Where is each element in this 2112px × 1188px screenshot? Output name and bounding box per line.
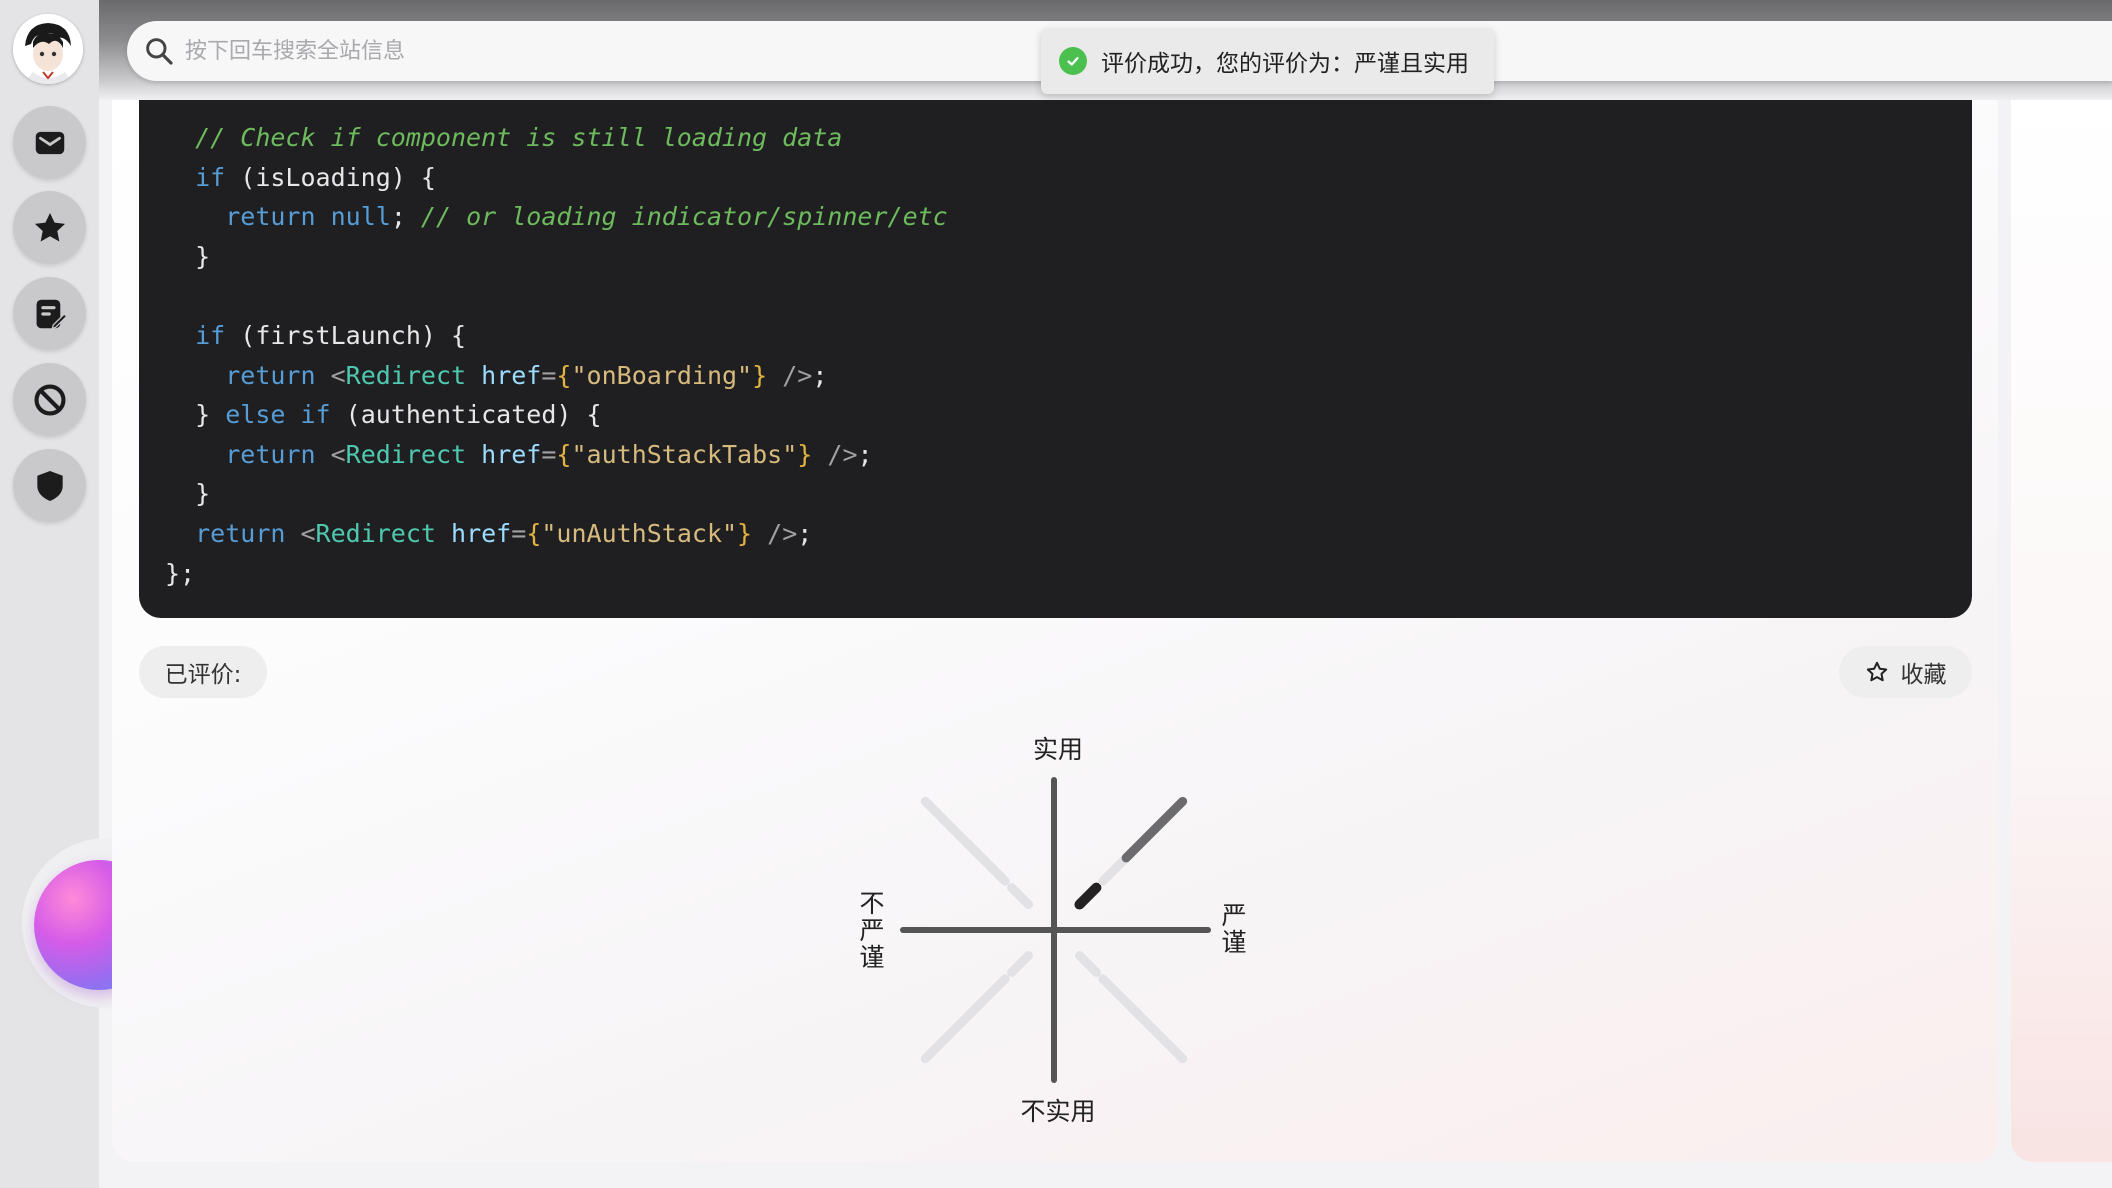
- rating-segment-bottom-right-3[interactable]: [1121, 997, 1188, 1064]
- success-toast: 评价成功，您的评价为：严谨且实用: [1041, 28, 1494, 94]
- star-icon: [34, 212, 65, 241]
- code-line: return <Redirect href={"onBoarding"} />;: [165, 356, 1972, 396]
- code-line: return <Redirect href={"authStackTabs"} …: [165, 435, 1972, 475]
- code-text: return null; // or loading indicator/spi…: [225, 202, 948, 232]
- code-text: // Check if component is still loading d…: [195, 123, 843, 152]
- user-avatar[interactable]: [13, 14, 83, 84]
- check-circle-icon: [1059, 47, 1087, 75]
- search-icon: [146, 38, 173, 65]
- star-outline-icon: [1866, 661, 1887, 682]
- shield-icon: [36, 470, 63, 501]
- mail-icon: [35, 131, 64, 154]
- code-line: return null; // or loading indicator/spi…: [165, 197, 1972, 237]
- rating-segment-top-left-1[interactable]: [1007, 883, 1034, 910]
- favorite-label: 收藏: [1900, 662, 1947, 688]
- left-rail: [0, 0, 99, 1188]
- toast-message: 评价成功，您的评价为：严谨且实用: [1101, 51, 1469, 77]
- code-text: }: [165, 479, 211, 509]
- code-line: }: [165, 237, 1972, 277]
- code-line: } else if (authenticated) {: [165, 395, 1972, 435]
- notes-button[interactable]: [13, 277, 86, 350]
- mail-button[interactable]: [13, 106, 86, 179]
- code-line: };: [165, 554, 1972, 594]
- favorites-button[interactable]: [13, 191, 86, 264]
- rating-segment-bottom-right-1[interactable]: [1074, 950, 1101, 977]
- rated-label: 已评价:: [164, 662, 242, 688]
- code-line: // Check if component is still loading d…: [165, 118, 1972, 158]
- code-line: if (firstLaunch) {: [165, 316, 1972, 356]
- code-text: return <Redirect href={"onBoarding"} />;: [225, 360, 828, 390]
- rating-segment-bottom-left-3[interactable]: [920, 997, 987, 1064]
- edit-note-icon: [36, 299, 68, 329]
- rating-segment-top-right-1[interactable]: [1074, 882, 1102, 910]
- blocked-button[interactable]: [13, 363, 86, 436]
- rating-segment-top-left-3[interactable]: [920, 796, 987, 863]
- code-text: } else if (authenticated) {: [165, 400, 602, 430]
- code-text: return <Redirect href={"authStackTabs"} …: [225, 439, 873, 469]
- rating-segment-bottom-left-1[interactable]: [1007, 950, 1034, 977]
- code-text: if (isLoading) {: [195, 162, 436, 192]
- code-line: if (isLoading) {: [165, 158, 1972, 198]
- code-text: }: [165, 241, 211, 271]
- rating-quadrant: 实用 不实用 不严谨 严谨: [858, 730, 1258, 1130]
- code-line: [165, 276, 1972, 316]
- code-text: return <Redirect href={"unAuthStack"} />…: [195, 518, 813, 548]
- code-line: }: [165, 474, 1972, 514]
- security-button[interactable]: [13, 449, 86, 522]
- favorite-button[interactable]: 收藏: [1839, 646, 1972, 698]
- code-block: // Check if component is still loading d…: [139, 100, 1972, 618]
- rated-badge: 已评价:: [139, 646, 267, 698]
- side-panel: [2011, 100, 2112, 1162]
- rating-quadrant-graphic: [900, 777, 1211, 1083]
- rating-segment-top-right-3[interactable]: [1121, 796, 1188, 863]
- code-text: if (firstLaunch) {: [195, 320, 467, 350]
- ban-icon: [33, 383, 66, 416]
- code-line: return <Redirect href={"unAuthStack"} />…: [165, 514, 1972, 554]
- code-text: };: [165, 558, 196, 588]
